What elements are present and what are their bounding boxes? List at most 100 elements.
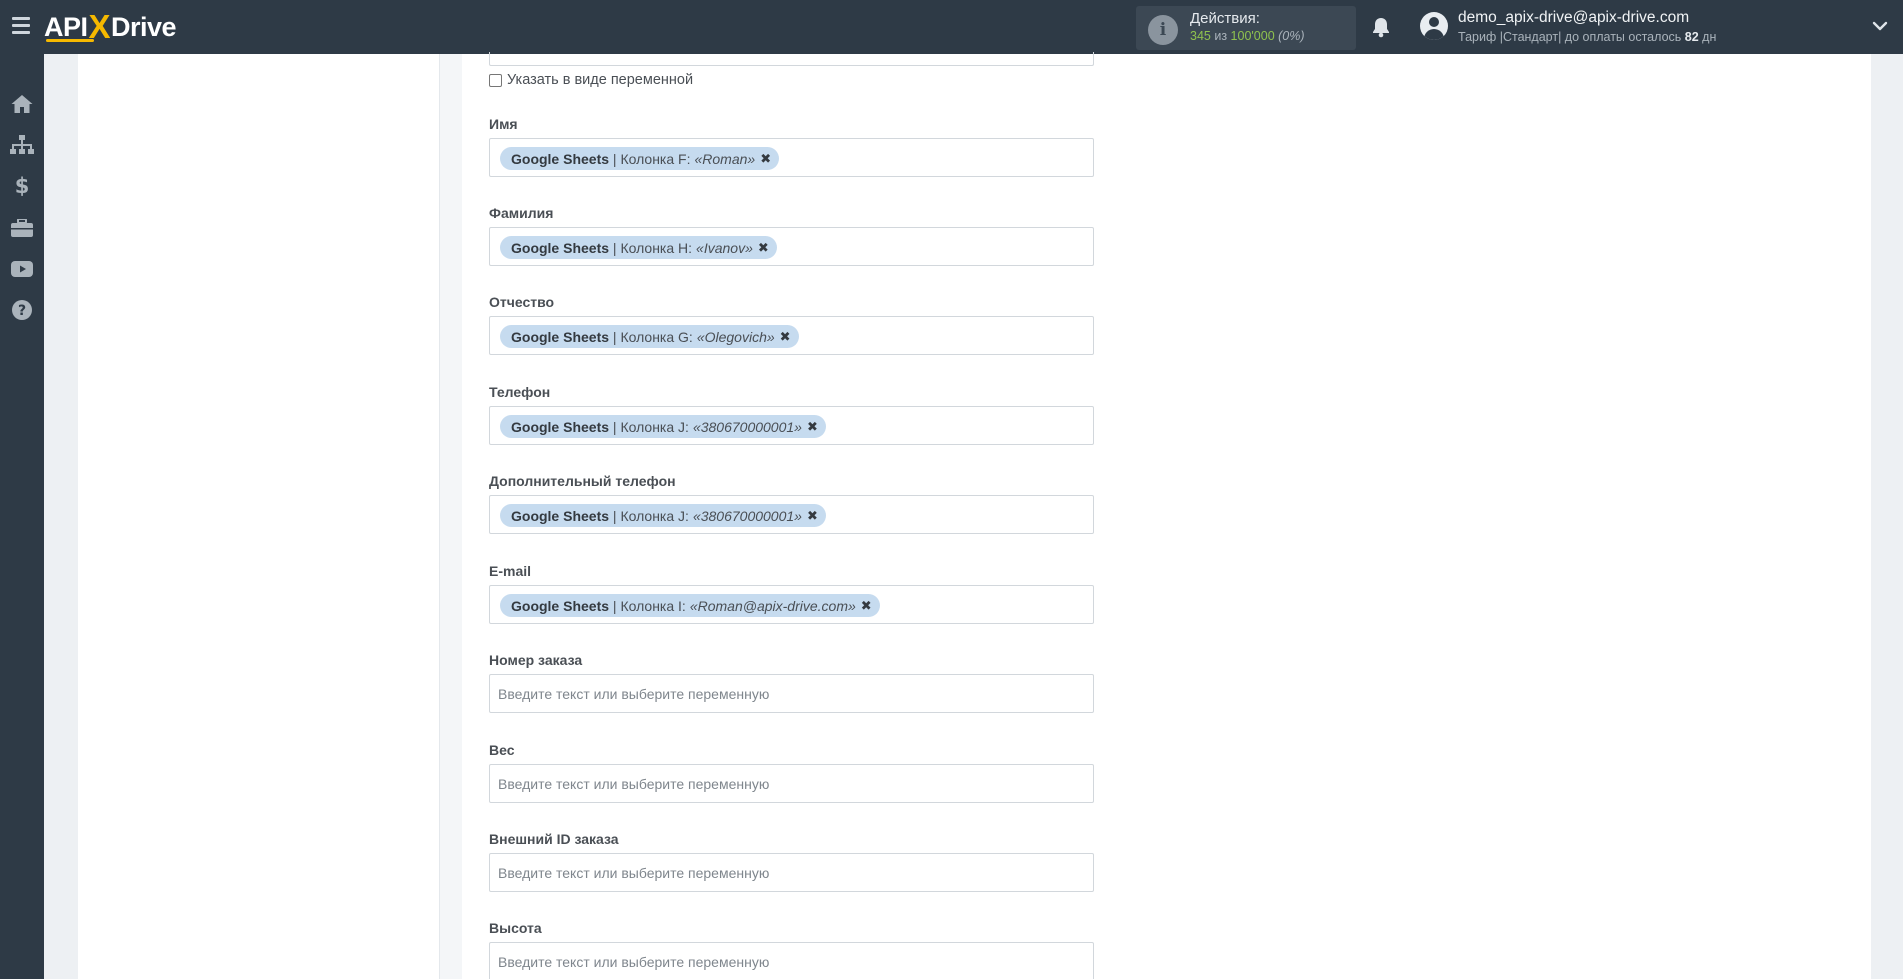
plan-days-unit: дн	[1702, 30, 1717, 44]
tag-column: | Колонка H:	[612, 239, 693, 256]
field-label: Отчество	[489, 294, 555, 310]
panel-gap	[440, 54, 462, 979]
field-order-number: Номер заказа	[489, 652, 1094, 713]
weight-input[interactable]	[489, 764, 1094, 803]
variable-tag[interactable]: Google Sheets | Колонка H: «Ivanov» ✖	[500, 236, 777, 259]
sitemap-icon[interactable]	[8, 131, 36, 159]
tag-source: Google Sheets	[511, 328, 610, 345]
height-input[interactable]	[489, 942, 1094, 979]
svg-text:$: $	[15, 175, 30, 197]
email-input[interactable]: Google Sheets | Колонка I: «Roman@apix-dr…	[489, 585, 1094, 624]
actions-count: 345 из 100'000 (0%)	[1190, 29, 1305, 43]
tag-source: Google Sheets	[511, 239, 610, 256]
tag-column: | Колонка I:	[612, 597, 686, 614]
apix-drive-logo[interactable]: API X Drive	[44, 8, 177, 45]
field-height: Высота	[489, 920, 1094, 979]
field-phone: Телефон Google Sheets | Колонка J: «38067…	[489, 384, 1094, 445]
variable-tag[interactable]: Google Sheets | Колонка F: «Roman» ✖	[500, 147, 780, 170]
last-name-input[interactable]: Google Sheets | Колонка H: «Ivanov» ✖	[489, 227, 1094, 266]
home-icon[interactable]	[8, 90, 36, 118]
avatar-icon[interactable]	[1420, 12, 1448, 40]
variable-tag[interactable]: Google Sheets | Колонка J: «380670000001»…	[500, 504, 826, 527]
remove-tag-icon[interactable]: ✖	[861, 598, 872, 614]
tag-column: | Колонка J:	[612, 507, 689, 524]
phone-input[interactable]: Google Sheets | Колонка J: «380670000001»…	[489, 406, 1094, 445]
weight-text[interactable]	[490, 765, 1093, 802]
plan-days: 82	[1684, 30, 1699, 44]
external-order-id-text[interactable]	[490, 854, 1093, 891]
plan-text: Тариф |Стандарт| до оплаты осталось	[1458, 30, 1682, 44]
field-label: Фамилия	[489, 205, 554, 221]
user-email[interactable]: demo_apix-drive@apix-drive.com	[1458, 9, 1689, 27]
field-middle-name: Отчество Google Sheets | Колонка G: «Oleg…	[489, 294, 1094, 355]
variable-tag[interactable]: Google Sheets | Колонка G: «Olegovich» ✖	[500, 325, 799, 348]
logo-text-left: API	[44, 11, 88, 42]
variable-tag[interactable]: Google Sheets | Колонка J: «380670000001»…	[500, 415, 826, 438]
remove-tag-icon[interactable]: ✖	[807, 419, 818, 435]
field-external-order-id: Внешний ID заказа	[489, 831, 1094, 892]
remove-tag-icon[interactable]: ✖	[758, 240, 769, 256]
tag-value: «Roman»	[694, 150, 756, 167]
tag-source: Google Sheets	[511, 150, 610, 167]
actions-counter[interactable]: i Действия: 345 из 100'000 (0%)	[1136, 6, 1356, 50]
field-label: Телефон	[489, 384, 551, 400]
left-panel	[78, 54, 440, 979]
logo-text-right: Drive	[111, 11, 177, 42]
remove-tag-icon[interactable]: ✖	[760, 151, 771, 167]
actions-label: Действия:	[1190, 10, 1260, 27]
tag-column: | Колонка F:	[612, 150, 691, 167]
tag-value: «Olegovich»	[696, 328, 775, 345]
field-email: E-mail Google Sheets | Колонка I: «Roman@…	[489, 563, 1094, 624]
field-label: E-mail	[489, 563, 532, 579]
top-bar: API X Drive i Действия: 345 из 100'000 (0%…	[0, 0, 1903, 54]
tag-column: | Колонка J:	[612, 418, 689, 435]
remove-tag-icon[interactable]: ✖	[807, 508, 818, 524]
variable-checkbox-label: Указать в виде переменной	[507, 72, 694, 88]
variable-checkbox-row[interactable]: Указать в виде переменной	[489, 72, 693, 88]
height-text[interactable]	[490, 943, 1093, 979]
briefcase-icon[interactable]	[8, 214, 36, 242]
field-weight: Вес	[489, 742, 1094, 803]
page: Указать в виде переменной Имя Google She…	[78, 52, 1871, 979]
actions-used: 345	[1190, 29, 1211, 43]
tag-value: «380670000001»	[692, 507, 802, 524]
bell-icon[interactable]	[1370, 16, 1392, 38]
field-additional-phone: Дополнительный телефон Google Sheets | К…	[489, 473, 1094, 534]
chevron-down-icon[interactable]	[1872, 18, 1888, 34]
order-number-input[interactable]	[489, 674, 1094, 713]
order-number-text[interactable]	[490, 675, 1093, 712]
external-order-id-input[interactable]	[489, 853, 1094, 892]
tag-source: Google Sheets	[511, 418, 610, 435]
tag-column: | Колонка G:	[612, 328, 693, 345]
tag-value: «Ivanov»	[696, 239, 753, 256]
first-name-input[interactable]: Google Sheets | Колонка F: «Roman» ✖	[489, 138, 1094, 177]
field-label: Имя	[489, 116, 518, 132]
sidebar: $ ?	[0, 54, 44, 979]
field-last-name: Фамилия Google Sheets | Колонка H: «Ivano…	[489, 205, 1094, 266]
tag-source: Google Sheets	[511, 507, 610, 524]
menu-icon[interactable]	[12, 17, 30, 37]
field-label: Вес	[489, 742, 515, 758]
field-label: Внешний ID заказа	[489, 831, 619, 847]
user-plan: Тариф |Стандарт| до оплаты осталось 82 д…	[1458, 30, 1716, 44]
field-label: Дополнительный телефон	[489, 473, 676, 489]
previous-field-input[interactable]	[489, 52, 1094, 66]
variable-tag[interactable]: Google Sheets | Колонка I: «Roman@apix-dr…	[500, 594, 880, 617]
middle-name-input[interactable]: Google Sheets | Колонка G: «Olegovich» ✖	[489, 316, 1094, 355]
actions-total: 100'000	[1230, 29, 1275, 43]
additional-phone-input[interactable]: Google Sheets | Колонка J: «380670000001»…	[489, 495, 1094, 534]
field-first-name: Имя Google Sheets | Колонка F: «Roman» ✖	[489, 116, 1094, 177]
info-icon: i	[1148, 15, 1178, 45]
content-panel: Указать в виде переменной Имя Google She…	[462, 52, 1871, 979]
field-label: Высота	[489, 920, 542, 936]
youtube-icon[interactable]	[8, 255, 36, 283]
svg-text:?: ?	[18, 303, 26, 319]
variable-checkbox[interactable]	[489, 73, 502, 87]
remove-tag-icon[interactable]: ✖	[780, 329, 791, 345]
actions-of: из	[1214, 29, 1228, 43]
help-icon[interactable]: ?	[8, 296, 36, 324]
dollar-icon[interactable]: $	[8, 172, 36, 200]
tag-value: «Roman@apix-drive.com»	[689, 597, 856, 614]
logo-underline	[46, 39, 94, 42]
field-label: Номер заказа	[489, 652, 583, 668]
